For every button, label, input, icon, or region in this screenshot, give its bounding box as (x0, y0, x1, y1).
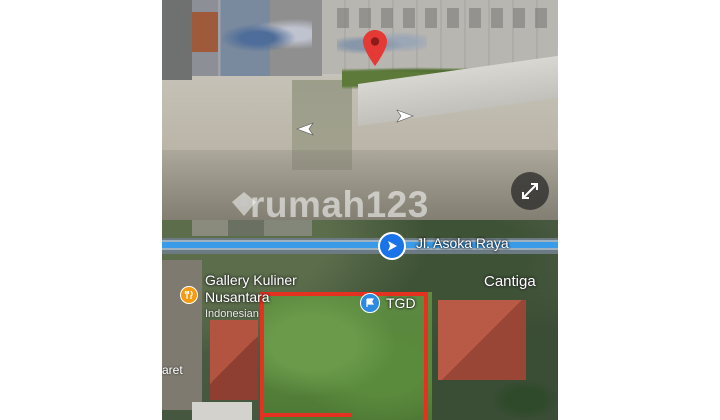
fork-knife-icon (180, 286, 198, 304)
trees (492, 380, 558, 420)
screenshot-frame: rumah123 Jl. Asoka Raya Cantiga Gallery … (162, 0, 558, 420)
left-building (162, 260, 202, 410)
top-roofs (192, 220, 312, 236)
poi-name: Gallery Kuliner Nusantara (205, 272, 297, 306)
plot-outline (260, 292, 428, 420)
poi-tgd-name: TGD (386, 295, 416, 311)
partial-map-label: aret (162, 363, 183, 377)
flag-icon (360, 293, 380, 313)
satellite-map-panel[interactable]: Jl. Asoka Raya Cantiga Gallery Kuliner N… (162, 220, 558, 420)
white-roof (192, 402, 252, 420)
poi-category: Indonesian (205, 308, 259, 320)
map-pin-icon[interactable] (363, 30, 387, 66)
expand-button[interactable] (511, 172, 549, 210)
poi-name-line1: Gallery Kuliner (205, 272, 297, 288)
wall-vents (337, 8, 552, 28)
poi-name-line2: Nusantara (205, 289, 270, 305)
red-roof-left (210, 320, 258, 400)
navigation-arrow-icon[interactable] (378, 232, 406, 260)
left-wall (162, 0, 192, 80)
gate-rust-panel (192, 12, 218, 52)
road-label: Jl. Asoka Raya (416, 235, 509, 251)
chevron-right-icon[interactable] (395, 108, 417, 124)
area-label: Cantiga (484, 273, 536, 290)
chevron-left-icon[interactable] (293, 121, 315, 137)
gate-graffiti (222, 18, 312, 58)
plot-outline-bottom (260, 413, 352, 417)
arrow-glyph-icon (388, 241, 397, 251)
expand-arrows-icon (522, 183, 538, 199)
red-roof-right (438, 300, 526, 380)
